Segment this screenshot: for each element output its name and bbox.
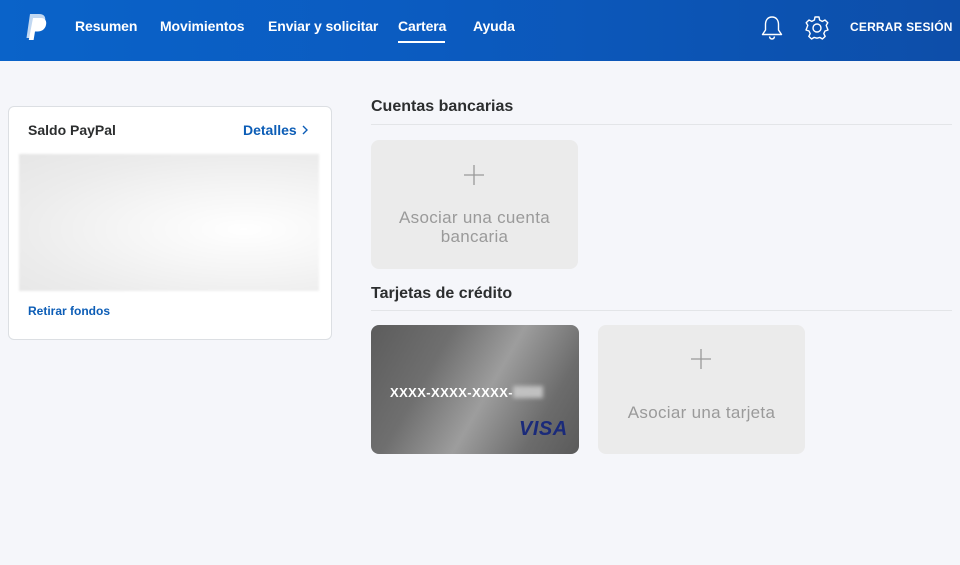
- plus-icon: [464, 165, 484, 185]
- add-card-label: Asociar una tarjeta: [627, 403, 776, 422]
- logout-button[interactable]: CERRAR SESIÓN: [850, 20, 953, 34]
- nav-resumen[interactable]: Resumen: [75, 18, 137, 38]
- card-last-digits-blurred: [513, 386, 544, 398]
- details-link-label[interactable]: Detalles: [243, 122, 297, 138]
- bell-icon[interactable]: [759, 14, 785, 42]
- nav-movimientos[interactable]: Movimientos: [160, 18, 245, 38]
- visa-logo: VISA: [519, 418, 568, 440]
- nav-ayuda[interactable]: Ayuda: [473, 18, 515, 38]
- top-navigation-bar: Resumen Movimientos Enviar y solicitar C…: [0, 0, 960, 61]
- gear-icon[interactable]: [804, 14, 830, 42]
- section-divider: [371, 310, 952, 311]
- paypal-balance-card: Saldo PayPal Detalles Retirar fondos: [8, 106, 332, 340]
- visa-credit-card[interactable]: XXXX-XXXX-XXXX- VISA: [371, 325, 579, 454]
- credit-cards-title: Tarjetas de crédito: [371, 285, 513, 302]
- add-bank-account-label: Asociar una cuenta bancaria: [399, 208, 550, 246]
- plus-icon: [691, 349, 711, 369]
- paypal-logo-icon[interactable]: [24, 13, 48, 41]
- card-number-prefix: XXXX-XXXX-XXXX-: [390, 385, 514, 400]
- withdraw-funds-link[interactable]: Retirar fondos: [28, 304, 110, 318]
- bank-accounts-title: Cuentas bancarias: [371, 98, 514, 115]
- chevron-right-icon: [302, 125, 308, 135]
- add-bank-account-tile[interactable]: Asociar una cuenta bancaria: [371, 140, 578, 269]
- card-number: XXXX-XXXX-XXXX-: [390, 385, 544, 400]
- add-card-tile[interactable]: Asociar una tarjeta: [598, 325, 805, 454]
- nav-enviar-solicitar[interactable]: Enviar y solicitar: [268, 18, 378, 38]
- balance-title: Saldo PayPal: [28, 122, 116, 138]
- balance-amount-blurred: [19, 154, 319, 291]
- nav-cartera[interactable]: Cartera: [398, 18, 446, 38]
- nav-active-indicator: [398, 41, 445, 43]
- section-divider: [371, 124, 952, 125]
- details-link[interactable]: Detalles: [243, 122, 310, 138]
